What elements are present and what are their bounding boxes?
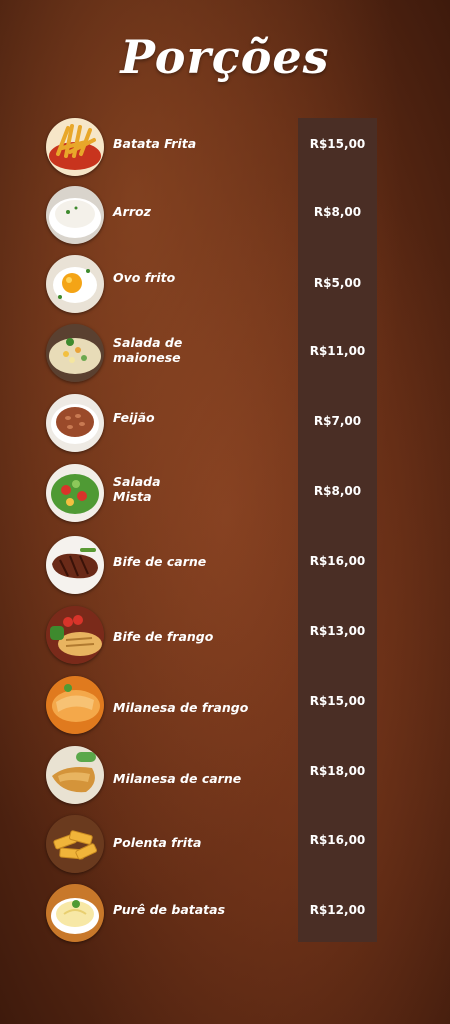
item-name-line-1: Salada de xyxy=(113,335,183,350)
chicken-milanesa-icon xyxy=(46,676,104,734)
rice-icon xyxy=(46,186,104,244)
item-name: Salada de maionese xyxy=(113,335,182,365)
item-name: Ovo frito xyxy=(113,270,176,285)
page-title: Porções xyxy=(120,30,330,84)
fried-egg-icon xyxy=(46,255,104,313)
menu-item-feijao: Feijão R$7,00 xyxy=(0,392,450,452)
menu-item-salada-mista: Salada Mista R$8,00 xyxy=(0,462,450,522)
item-name-line-1: Salada xyxy=(113,474,161,489)
mixed-salad-icon xyxy=(46,464,104,522)
mashed-potatoes-icon xyxy=(46,884,104,942)
item-name: Feijão xyxy=(113,410,155,425)
fried-polenta-icon xyxy=(46,815,104,873)
item-name: Batata Frita xyxy=(113,136,197,151)
fries-icon xyxy=(46,118,104,176)
item-price: R$13,00 xyxy=(309,624,366,638)
item-price: R$8,00 xyxy=(313,205,362,219)
item-price: R$8,00 xyxy=(313,484,362,498)
chicken-steak-icon xyxy=(46,606,104,664)
item-name: Arroz xyxy=(113,204,151,219)
item-name-line-2: maionese xyxy=(113,350,181,365)
item-price: R$7,00 xyxy=(313,414,362,428)
item-price: R$5,00 xyxy=(313,276,362,290)
item-price: R$12,00 xyxy=(309,903,366,917)
item-price: R$15,00 xyxy=(309,137,366,151)
menu-item-bife-de-frango: Bife de frango R$13,00 xyxy=(0,604,450,664)
item-name: Milanesa de carne xyxy=(113,771,242,786)
item-price: R$16,00 xyxy=(309,833,366,847)
beef-milanesa-icon xyxy=(46,746,104,804)
menu-item-batata-frita: Batata Frita R$15,00 xyxy=(0,116,450,176)
menu-item-pure-de-batatas: Purê de batatas R$12,00 xyxy=(0,882,450,942)
item-name: Polenta frita xyxy=(113,835,202,850)
item-name: Bife de frango xyxy=(113,629,214,644)
item-price: R$16,00 xyxy=(309,554,366,568)
item-name-line-2: Mista xyxy=(113,489,152,504)
menu-item-bife-de-carne: Bife de carne R$16,00 xyxy=(0,534,450,594)
beef-steak-icon xyxy=(46,536,104,594)
beans-icon xyxy=(46,394,104,452)
menu-item-arroz: Arroz R$8,00 xyxy=(0,184,450,244)
menu-item-salada-de-maionese: Salada de maionese R$11,00 xyxy=(0,322,450,382)
menu-item-milanesa-de-carne: Milanesa de carne R$18,00 xyxy=(0,744,450,804)
menu-item-milanesa-de-frango: Milanesa de frango R$15,00 xyxy=(0,674,450,734)
mayo-salad-icon xyxy=(46,324,104,382)
item-name: Purê de batatas xyxy=(113,902,226,917)
item-price: R$18,00 xyxy=(309,764,366,778)
item-name: Milanesa de frango xyxy=(113,700,249,715)
menu-item-polenta-frita: Polenta frita R$16,00 xyxy=(0,813,450,873)
menu-item-ovo-frito: Ovo frito R$5,00 xyxy=(0,253,450,313)
item-name: Salada Mista xyxy=(113,474,161,504)
item-price: R$11,00 xyxy=(309,344,366,358)
item-price: R$15,00 xyxy=(309,694,366,708)
item-name: Bife de carne xyxy=(113,554,207,569)
